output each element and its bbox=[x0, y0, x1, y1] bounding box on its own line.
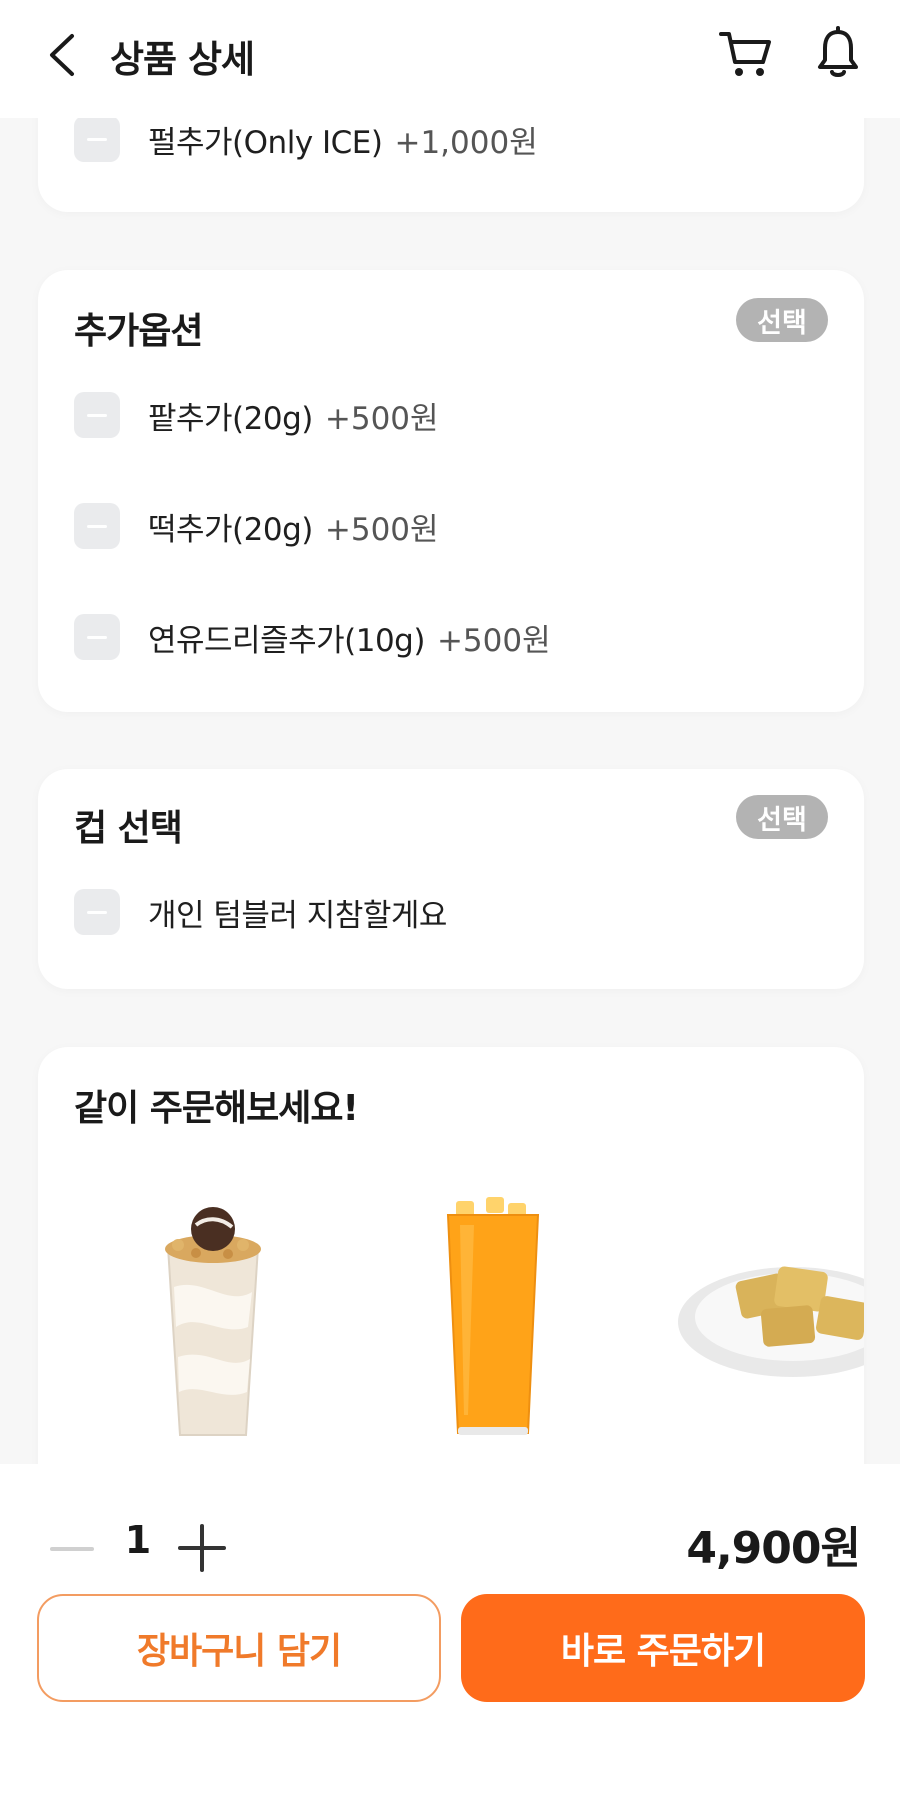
extra-options-card: 추가옵션 선택 팥추가(20g) +500원 떡추가(20g) +500원 연유… bbox=[38, 270, 864, 712]
option-price: +500원 bbox=[324, 511, 439, 548]
quantity-value: 1 bbox=[124, 1518, 152, 1562]
option-checkbox[interactable] bbox=[74, 116, 120, 162]
option-row[interactable]: 개인 텀블러 지참할게요 bbox=[74, 889, 447, 935]
section-title: 같이 주문해보세요! bbox=[74, 1088, 359, 1129]
option-price: +500원 bbox=[436, 622, 551, 659]
page-title: 상품 상세 bbox=[110, 38, 255, 81]
top-bar: 상품 상세 bbox=[0, 0, 900, 118]
option-row[interactable]: 떡추가(20g) +500원 bbox=[74, 503, 439, 549]
option-label: 팥추가(20g) bbox=[148, 400, 313, 437]
option-checkbox[interactable] bbox=[74, 503, 120, 549]
cart-icon[interactable] bbox=[718, 28, 772, 80]
order-bar: 1 4,900원 장바구니 담기 바로 주문하기 bbox=[0, 1464, 900, 1809]
milkshake-image[interactable] bbox=[148, 1187, 278, 1447]
option-price: +500원 bbox=[324, 400, 439, 437]
option-checkbox[interactable] bbox=[74, 614, 120, 660]
option-checkbox[interactable] bbox=[74, 889, 120, 935]
option-label: 연유드리즐추가(10g) bbox=[148, 622, 425, 659]
cup-select-card: 컵 선택 선택 개인 텀블러 지참할게요 bbox=[38, 769, 864, 989]
order-now-button[interactable]: 바로 주문하기 bbox=[461, 1594, 865, 1702]
option-row[interactable]: 펄추가(Only ICE) +1,000원 bbox=[74, 116, 538, 162]
orange-juice-image[interactable] bbox=[438, 1195, 548, 1445]
option-label: 개인 텀블러 지참할게요 bbox=[148, 897, 447, 934]
decrease-quantity-button[interactable] bbox=[50, 1526, 96, 1572]
option-row[interactable]: 팥추가(20g) +500원 bbox=[74, 392, 439, 438]
option-label: 떡추가(20g) bbox=[148, 511, 313, 548]
total-price: 4,900원 bbox=[686, 1523, 861, 1574]
injeolmi-plate-image[interactable] bbox=[678, 1247, 864, 1387]
increase-quantity-button[interactable] bbox=[178, 1524, 226, 1572]
option-row[interactable]: 연유드리즐추가(10g) +500원 bbox=[74, 614, 551, 660]
recommend-card: 같이 주문해보세요! bbox=[38, 1047, 864, 1527]
bell-icon[interactable] bbox=[816, 26, 860, 80]
option-price: +1,000원 bbox=[394, 124, 538, 161]
option-checkbox[interactable] bbox=[74, 392, 120, 438]
optional-badge: 선택 bbox=[736, 298, 828, 342]
section-title: 추가옵션 bbox=[74, 311, 203, 352]
optional-badge: 선택 bbox=[736, 795, 828, 839]
section-title: 컵 선택 bbox=[74, 808, 183, 849]
add-to-cart-button[interactable]: 장바구니 담기 bbox=[37, 1594, 441, 1702]
option-label: 펄추가(Only ICE) bbox=[148, 124, 383, 161]
back-icon[interactable] bbox=[44, 30, 84, 80]
